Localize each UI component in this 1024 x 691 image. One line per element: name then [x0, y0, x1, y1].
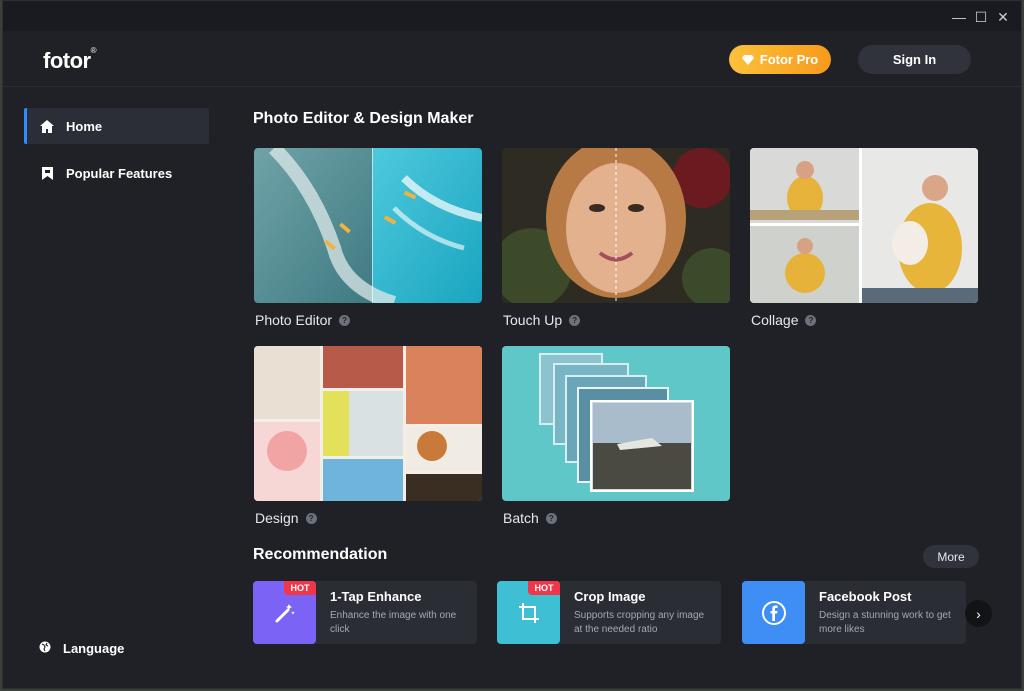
touch-up-thumbnail	[502, 148, 730, 303]
hot-badge: HOT	[528, 581, 560, 595]
minimize-button[interactable]: —	[949, 7, 969, 27]
help-icon[interactable]: ?	[569, 314, 581, 326]
fotor-logo: fotor®	[43, 46, 97, 73]
home-icon	[40, 119, 54, 133]
hot-badge: HOT	[284, 581, 316, 595]
fotor-pro-button[interactable]: Fotor Pro	[729, 45, 831, 74]
language-button[interactable]: Language	[39, 641, 124, 656]
help-icon[interactable]: ?	[305, 512, 317, 524]
globe-icon	[39, 641, 51, 656]
collage-thumbnail	[750, 148, 978, 303]
recommendation-title: Recommendation	[253, 546, 388, 563]
section-title: Photo Editor & Design Maker	[253, 110, 474, 127]
chevron-right-icon: ›	[976, 605, 981, 622]
bookmark-icon	[40, 166, 54, 180]
help-icon[interactable]: ?	[545, 512, 557, 524]
help-icon[interactable]: ?	[339, 314, 351, 326]
close-button[interactable]: ✕	[993, 7, 1013, 27]
sidebar-item-home[interactable]: Home	[24, 108, 209, 144]
photo-editor-thumbnail	[254, 148, 482, 303]
facebook-icon	[742, 581, 805, 644]
rec-item-crop-image[interactable]: HOT Crop Image Supports cropping any ima…	[497, 581, 721, 644]
card-touch-up[interactable]: Touch Up?	[502, 148, 730, 328]
rec-item-1-tap-enhance[interactable]: HOT 1-Tap Enhance Enhance the image with…	[253, 581, 477, 644]
next-arrow-button[interactable]: ›	[965, 600, 992, 627]
card-photo-editor[interactable]: Photo Editor?	[254, 148, 482, 328]
sign-in-button[interactable]: Sign In	[858, 45, 971, 74]
diamond-icon	[741, 54, 754, 65]
batch-thumbnail	[502, 346, 730, 501]
title-bar: — ☐ ✕	[3, 1, 1021, 31]
app-window: — ☐ ✕ fotor® Fotor Pro Sign In Home Popu…	[2, 0, 1022, 689]
rec-item-facebook-post[interactable]: Facebook Post Design a stunning work to …	[742, 581, 966, 644]
sidebar-item-popular-features[interactable]: Popular Features	[24, 155, 209, 191]
more-button[interactable]: More	[923, 545, 979, 568]
card-batch[interactable]: Batch?	[502, 346, 730, 526]
design-thumbnail	[254, 346, 482, 501]
card-design[interactable]: Design?	[254, 346, 482, 526]
maximize-button[interactable]: ☐	[971, 7, 991, 27]
sidebar: Home Popular Features Language	[3, 88, 223, 688]
app-header: fotor® Fotor Pro Sign In	[3, 31, 1021, 87]
help-icon[interactable]: ?	[805, 314, 817, 326]
card-collage[interactable]: Collage?	[750, 148, 978, 328]
